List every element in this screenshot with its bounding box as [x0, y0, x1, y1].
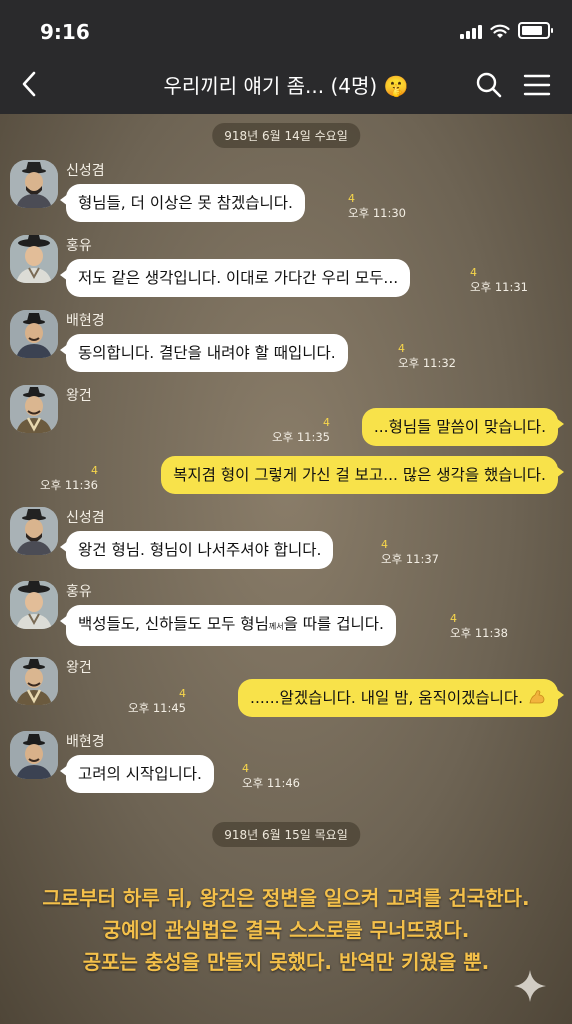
unread-count: 4 [381, 538, 388, 551]
message-meta: 4 오후 11:38 [450, 612, 508, 640]
message-text: ......알겠습니다. 내일 밤, 움직이겠습니다. [250, 689, 524, 707]
sender-portrait [10, 731, 58, 779]
sender-portrait [10, 581, 58, 629]
message-time: 오후 11:31 [470, 280, 528, 294]
avatar[interactable] [10, 507, 58, 555]
message-bubble[interactable]: 왕건 형님. 형님이 나서주셔야 합니다. [59, 531, 334, 569]
unread-count: 4 [450, 612, 457, 625]
message-text-end: 을 따를 겁니다. [283, 615, 384, 633]
message-meta: 4 오후 11:30 [348, 192, 406, 220]
message-meta: 4 오후 11:35 [272, 416, 330, 444]
message-bubble[interactable]: 형님들, 더 이상은 못 참겠습니다. [60, 184, 305, 222]
message-bubble[interactable]: ......알겠습니다. 내일 밤, 움직이겠습니다. [238, 679, 564, 717]
sender-portrait [10, 160, 58, 208]
message-time: 오후 11:30 [348, 206, 406, 220]
unread-count: 4 [242, 762, 249, 775]
hamburger-menu-icon [523, 74, 551, 96]
message-time: 오후 11:46 [242, 776, 300, 790]
unread-count: 4 [91, 464, 98, 477]
sender-name: 왕건 [66, 388, 92, 404]
sender-portrait [10, 657, 58, 705]
unread-count: 4 [398, 342, 405, 355]
avatar[interactable] [10, 235, 58, 283]
message-meta: 4 오후 11:31 [470, 266, 528, 294]
menu-button[interactable] [522, 70, 552, 100]
sender-name: 홍유 [66, 238, 92, 254]
avatar[interactable] [10, 657, 58, 705]
sender-portrait [10, 507, 58, 555]
avatar[interactable] [10, 731, 58, 779]
message-time: 오후 11:45 [128, 701, 186, 715]
flexed-biceps-icon [529, 690, 545, 704]
unread-count: 4 [348, 192, 355, 205]
sender-name: 왕건 [66, 660, 92, 676]
message-bubble[interactable]: 복지겸 형이 그렇게 가신 걸 보고... 많은 생각을 했습니다. [161, 456, 564, 494]
message-bubble[interactable]: ...형님들 말씀이 맞습니다. [361, 408, 565, 446]
message-time: 오후 11:32 [398, 356, 456, 370]
search-icon [476, 72, 502, 98]
message-time: 오후 11:38 [450, 626, 508, 640]
avatar[interactable] [10, 160, 58, 208]
message-meta: 4 오후 11:36 [40, 464, 98, 492]
top-bar: 9:16 우리끼리 얘기 좀... (4명) 🤫 [0, 0, 572, 114]
story-caption: 그로부터 하루 뒤, 왕건은 정변을 일으켜 고려를 건국한다. 궁예의 관심법… [0, 882, 572, 978]
message-time: 오후 11:35 [272, 430, 330, 444]
status-icons [460, 22, 553, 39]
status-time: 9:16 [40, 20, 90, 44]
caption-line: 궁예의 관심법은 결국 스스로를 무너뜨렸다. [102, 918, 470, 942]
message-meta: 4 오후 11:32 [398, 342, 456, 370]
message-time: 오후 11:37 [381, 552, 439, 566]
message-time: 오후 11:36 [40, 478, 98, 492]
message-meta: 4 오후 11:46 [242, 762, 300, 790]
sender-portrait [10, 385, 58, 433]
message-text: 백성들도, 신하들도 모두 형님 [78, 615, 269, 633]
signal-icon [460, 23, 482, 39]
date-divider: 918년 6월 14일 수요일 [212, 123, 360, 148]
message-bubble[interactable]: 동의합니다. 결단을 내려야 할 때입니다. [60, 334, 348, 372]
avatar[interactable] [10, 581, 58, 629]
sender-portrait [10, 235, 58, 283]
date-divider: 918년 6월 15일 목요일 [212, 822, 360, 847]
message-bubble[interactable]: 백성들도, 신하들도 모두 형님께서을 따를 겁니다. [60, 605, 396, 646]
sender-name: 배현경 [66, 734, 105, 750]
message-meta: 4 오후 11:37 [381, 538, 439, 566]
search-button[interactable] [474, 70, 504, 100]
avatar[interactable] [10, 310, 58, 358]
sender-name: 배현경 [66, 313, 105, 329]
sender-name: 신성겸 [66, 510, 105, 526]
unread-count: 4 [470, 266, 477, 279]
message-bubble[interactable]: 고려의 시작입니다. [60, 755, 214, 793]
sender-name: 홍유 [66, 584, 92, 600]
avatar[interactable] [10, 385, 58, 433]
wifi-icon [490, 24, 510, 38]
battery-icon [518, 22, 553, 39]
unread-count: 4 [179, 687, 186, 700]
sender-name: 신성겸 [66, 163, 105, 179]
sparkle-icon [514, 970, 546, 1002]
message-text-small: 께서 [268, 622, 284, 631]
message-bubble[interactable]: 저도 같은 생각입니다. 이대로 가다간 우리 모두... [59, 259, 411, 297]
message-meta: 4 오후 11:45 [128, 687, 186, 715]
caption-line: 공포는 충성을 만들지 못했다. 반역만 키웠을 뿐. [82, 950, 490, 974]
caption-line: 그로부터 하루 뒤, 왕건은 정변을 일으켜 고려를 건국한다. [42, 886, 530, 910]
unread-count: 4 [323, 416, 330, 429]
sender-portrait [10, 310, 58, 358]
